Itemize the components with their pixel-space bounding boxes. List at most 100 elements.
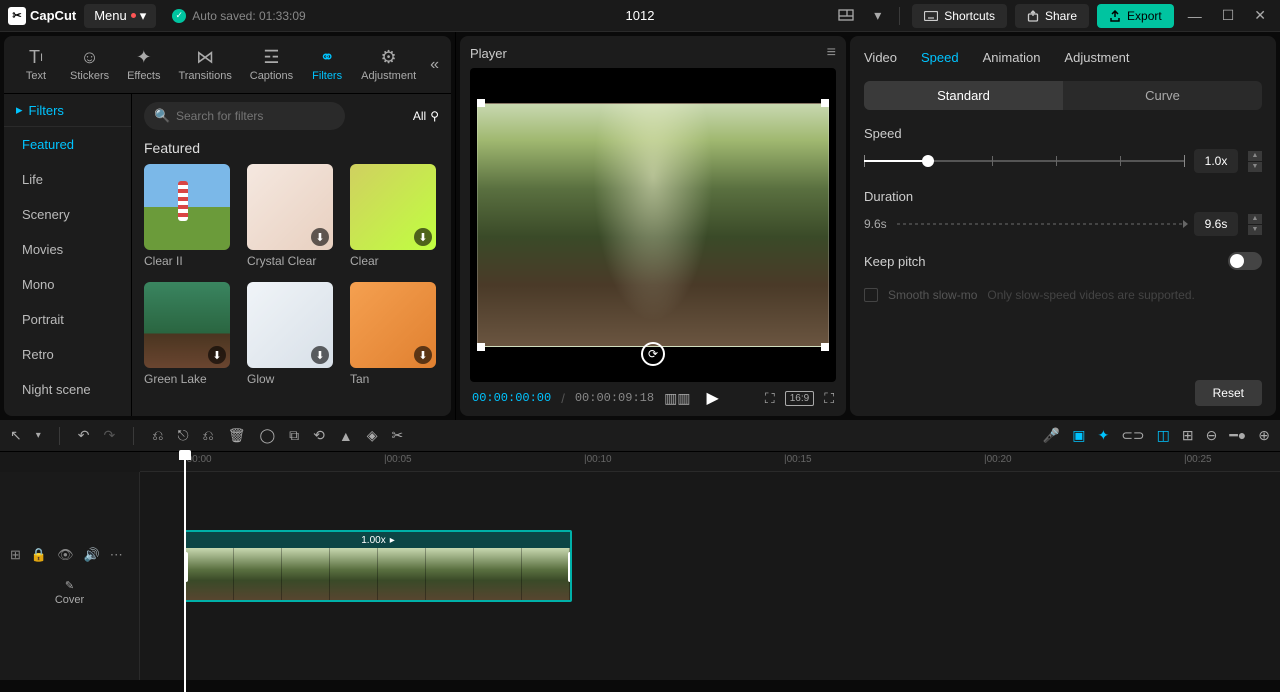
- fullscreen-icon[interactable]: ⛶: [824, 390, 834, 407]
- cat-life[interactable]: Life: [4, 162, 131, 197]
- resize-handle[interactable]: [477, 99, 485, 107]
- resize-handle[interactable]: [821, 343, 829, 351]
- filter-item[interactable]: ⬇Crystal Clear: [247, 164, 336, 268]
- zoom-slider[interactable]: ━●: [1229, 427, 1246, 444]
- cat-retro[interactable]: Retro: [4, 337, 131, 372]
- track-more-icon[interactable]: ⋯: [110, 547, 123, 563]
- clip-handle-right[interactable]: [568, 552, 572, 582]
- filter-item[interactable]: Clear II: [144, 164, 233, 268]
- share-button[interactable]: Share: [1015, 4, 1089, 28]
- tracks-area[interactable]: 1.00x▸: [140, 472, 1280, 680]
- filter-item[interactable]: ⬇Glow: [247, 282, 336, 386]
- zoom-out[interactable]: ⊖: [1206, 427, 1218, 444]
- speed-curve[interactable]: Curve: [1063, 81, 1262, 110]
- tab-effects[interactable]: ✦Effects: [119, 44, 168, 86]
- split-left[interactable]: ⎋: [177, 427, 188, 444]
- duration-slider[interactable]: [897, 223, 1184, 225]
- speed-slider[interactable]: [864, 160, 1184, 162]
- tab-text[interactable]: TIText: [12, 44, 60, 86]
- layout-icon[interactable]: [832, 5, 860, 27]
- filter-item[interactable]: ⬇Green Lake: [144, 282, 233, 386]
- rp-tab-video[interactable]: Video: [864, 46, 897, 69]
- copy-tool[interactable]: ⧉: [289, 427, 299, 444]
- track-lock-icon[interactable]: 🔒: [31, 547, 47, 563]
- split-tool[interactable]: ⎌: [152, 427, 163, 444]
- duration-stepper[interactable]: ▲▼: [1248, 214, 1262, 235]
- cover-button[interactable]: ✎ Cover: [10, 579, 129, 606]
- rotate-tool[interactable]: ⟲: [313, 427, 325, 444]
- search-icon: 🔍: [154, 108, 170, 124]
- speed-label: Speed: [864, 126, 1262, 141]
- chevron-down-icon[interactable]: ▾: [36, 430, 41, 441]
- marker-tool[interactable]: ◯: [260, 427, 276, 444]
- search-input[interactable]: [144, 102, 345, 130]
- filter-item[interactable]: ⬇Tan: [350, 282, 439, 386]
- export-button[interactable]: Export: [1097, 4, 1174, 28]
- cat-portrait[interactable]: Portrait: [4, 302, 131, 337]
- player-menu-icon[interactable]: ≡: [827, 44, 836, 62]
- cat-featured[interactable]: Featured: [4, 127, 131, 162]
- mic-icon[interactable]: 🎤: [1043, 427, 1060, 444]
- compare-icon[interactable]: ▥▥: [664, 390, 690, 407]
- crop-tool[interactable]: ✂: [392, 427, 404, 444]
- aspect-ratio[interactable]: 16:9: [785, 391, 814, 406]
- menu-button[interactable]: Menu▾: [84, 4, 156, 28]
- video-clip[interactable]: 1.00x▸: [184, 530, 572, 602]
- chain-tool[interactable]: ⊂⊃: [1121, 427, 1144, 444]
- delete-tool[interactable]: 🗑: [228, 427, 246, 444]
- redo-button[interactable]: ↷: [104, 427, 116, 444]
- tab-captions[interactable]: ☲Captions: [242, 44, 301, 86]
- flip-tool[interactable]: ◈: [367, 427, 378, 444]
- play-button[interactable]: ▶: [707, 388, 719, 408]
- undo-button[interactable]: ↶: [78, 427, 90, 444]
- cat-scenery[interactable]: Scenery: [4, 197, 131, 232]
- rp-tab-animation[interactable]: Animation: [983, 46, 1041, 69]
- speed-stepper[interactable]: ▲▼: [1248, 151, 1262, 172]
- tab-adjustment[interactable]: ⚙Adjustment: [353, 44, 424, 86]
- minimize-icon[interactable]: —: [1182, 4, 1208, 28]
- tab-stickers[interactable]: ☺Stickers: [62, 44, 117, 86]
- split-right[interactable]: ⎌: [203, 427, 214, 444]
- align-tool[interactable]: ◫: [1157, 427, 1170, 444]
- cat-movies[interactable]: Movies: [4, 232, 131, 267]
- maximize-icon[interactable]: ☐: [1216, 3, 1241, 28]
- link-tool[interactable]: ✦: [1097, 427, 1109, 444]
- resize-handle[interactable]: [477, 343, 485, 351]
- magnet-tool[interactable]: ▣: [1072, 427, 1085, 444]
- keep-pitch-toggle[interactable]: [1228, 252, 1262, 270]
- filter-item[interactable]: ⬇Clear: [350, 164, 439, 268]
- sync-icon[interactable]: ⟳: [641, 342, 665, 366]
- timeline-ruler[interactable]: |00:00 |00:05 |00:10 |00:15 |00:20 |00:2…: [140, 452, 1280, 472]
- rp-tab-adjustment[interactable]: Adjustment: [1064, 46, 1129, 69]
- playhead[interactable]: [184, 452, 186, 692]
- all-filter-button[interactable]: All ⚲: [413, 109, 439, 123]
- preview-area[interactable]: ⟳: [470, 68, 836, 382]
- inspector-panel: Video Speed Animation Adjustment Standar…: [850, 36, 1276, 416]
- track-visible-icon[interactable]: 👁: [57, 547, 74, 563]
- timeline-toolbar: ↖ ▾ ↶ ↷ ⎌ ⎋ ⎌ 🗑 ◯ ⧉ ⟲ ▲ ◈ ✂ 🎤 ▣ ✦ ⊂⊃ ◫ ⊞…: [0, 420, 1280, 452]
- filters-dropdown[interactable]: ▸ Filters: [4, 94, 131, 127]
- pointer-tool[interactable]: ↖: [10, 427, 22, 444]
- speed-standard[interactable]: Standard: [864, 81, 1063, 110]
- resize-handle[interactable]: [821, 99, 829, 107]
- shortcuts-button[interactable]: Shortcuts: [912, 4, 1007, 28]
- zoom-in[interactable]: ⊕: [1258, 427, 1270, 444]
- reset-button[interactable]: Reset: [1195, 380, 1262, 406]
- track-mute-icon[interactable]: 🔊: [84, 547, 100, 563]
- close-icon[interactable]: ✕: [1248, 3, 1272, 28]
- track-tool[interactable]: ⊞: [1182, 427, 1194, 444]
- tab-filters[interactable]: ⚭Filters: [303, 44, 351, 86]
- duration-value[interactable]: 9.6s: [1194, 212, 1238, 236]
- timecode-total: 00:00:09:18: [575, 391, 654, 405]
- cat-night[interactable]: Night scene: [4, 372, 131, 407]
- chevron-down-icon[interactable]: ▾: [868, 3, 887, 28]
- tab-transitions[interactable]: ⋈Transitions: [170, 44, 239, 86]
- cat-mono[interactable]: Mono: [4, 267, 131, 302]
- mirror-tool[interactable]: ▲: [339, 428, 353, 444]
- crop-icon[interactable]: ⛶: [765, 390, 775, 407]
- track-expand-icon[interactable]: ⊞: [10, 547, 21, 563]
- speed-value[interactable]: 1.0x: [1194, 149, 1238, 173]
- speed-mode-toggle: Standard Curve: [864, 81, 1262, 110]
- collapse-icon[interactable]: «: [426, 52, 443, 78]
- rp-tab-speed[interactable]: Speed: [921, 46, 959, 69]
